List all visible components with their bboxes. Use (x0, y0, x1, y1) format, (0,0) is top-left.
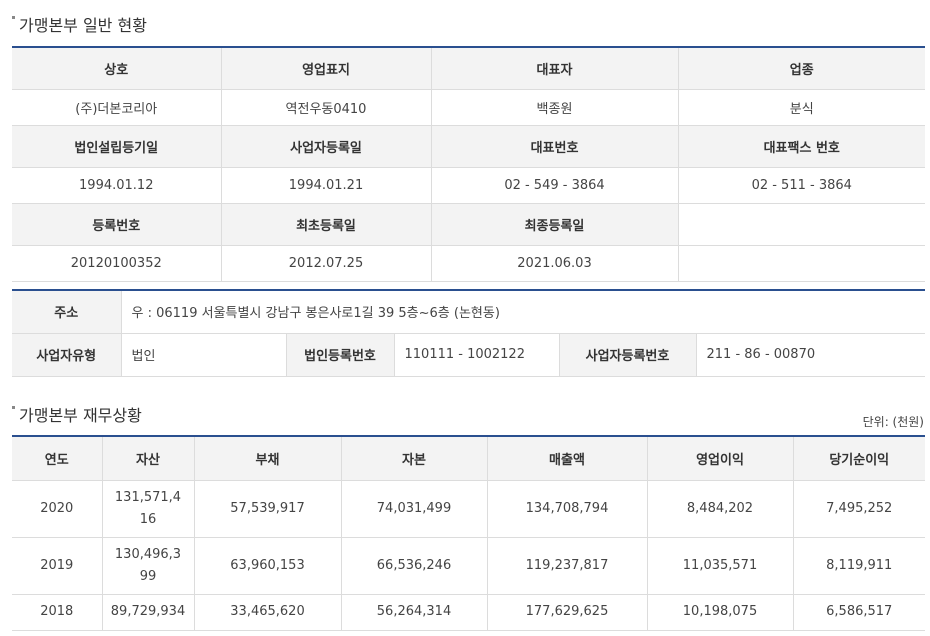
industry-value: 분식 (677, 88, 925, 126)
header-business-reg-date: 사업자등록일 (220, 124, 432, 168)
header-phone: 대표번호 (430, 124, 679, 168)
corporate-reg-number-value: 110111 - 1002122 (393, 332, 560, 377)
assets-cell: 131,571,416 (101, 479, 195, 538)
table-row: 연도 자산 부채 자본 매출액 영업이익 당기순이익 (12, 435, 925, 481)
header-registration-number: 등록번호 (12, 202, 222, 246)
business-reg-number-label: 사업자등록번호 (558, 332, 697, 377)
fax-value: 02 - 511 - 3864 (677, 166, 925, 204)
business-type-value: 법인 (120, 332, 287, 377)
table-row: 주소 우 : 06119 서울특별시 강남구 봉은사로1길 39 5층~6층 (… (12, 289, 926, 334)
empty-header-cell (677, 202, 925, 246)
header-ceo: 대표자 (430, 46, 679, 90)
table-row: 법인설립등기일 사업자등록일 대표번호 대표팩스 번호 (12, 124, 925, 168)
finance-table: 연도 자산 부채 자본 매출액 영업이익 당기순이익 2020 131,571,… (12, 435, 925, 631)
table-row: 2019 130,496,399 63,960,153 66,536,246 1… (12, 536, 925, 595)
header-brand: 영업표지 (220, 46, 432, 90)
incorporation-date-value: 1994.01.12 (12, 166, 222, 204)
address-value: 우 : 06119 서울특별시 강남구 봉은사로1길 39 5층~6층 (논현동… (120, 289, 926, 334)
header-first-registration-date: 최초등록일 (220, 202, 432, 246)
address-table: 주소 우 : 06119 서울특별시 강남구 봉은사로1길 39 5층~6층 (… (12, 289, 926, 377)
brand-value: 역전우동0410 (220, 88, 432, 126)
net-income-cell: 6,586,517 (792, 593, 925, 631)
year-cell: 2018 (12, 593, 103, 631)
header-industry: 업종 (677, 46, 925, 90)
finance-status-title: 가맹본부 재무상황 (12, 402, 142, 426)
year-cell: 2020 (12, 479, 103, 538)
business-reg-date-value: 1994.01.21 (220, 166, 432, 204)
ceo-value: 백종원 (430, 88, 679, 126)
finance-status-title-text: 가맹본부 재무상황 (19, 406, 142, 425)
operating-income-cell: 8,484,202 (646, 479, 794, 538)
unit-label: 단위: (천원) (862, 415, 924, 429)
table-row: (주)더본코리아 역전우동0410 백종원 분식 (12, 88, 925, 126)
table-row: 등록번호 최초등록일 최종등록일 (12, 202, 925, 246)
equity-cell: 56,264,314 (340, 593, 488, 631)
header-incorporation-date: 법인설립등기일 (12, 124, 222, 168)
company-name-value: (주)더본코리아 (12, 88, 222, 126)
registration-number-value: 20120100352 (12, 244, 222, 282)
first-registration-date-value: 2012.07.25 (220, 244, 432, 282)
header-equity: 자본 (340, 435, 488, 481)
general-status-title: 가맹본부 일반 현황 (12, 12, 147, 36)
liabilities-cell: 33,465,620 (193, 593, 342, 631)
revenue-cell: 177,629,625 (486, 593, 648, 631)
assets-cell: 130,496,399 (101, 536, 195, 595)
header-company-name: 상호 (12, 46, 222, 90)
table-row: 2020 131,571,416 57,539,917 74,031,499 1… (12, 479, 925, 538)
table-row: 상호 영업표지 대표자 업종 (12, 46, 925, 90)
table-row: 사업자유형 법인 법인등록번호 110111 - 1002122 사업자등록번호… (12, 332, 926, 377)
year-cell: 2019 (12, 536, 103, 595)
header-year: 연도 (12, 435, 103, 481)
net-income-cell: 8,119,911 (792, 536, 925, 595)
phone-value: 02 - 549 - 3864 (430, 166, 679, 204)
bullet-icon (12, 16, 15, 19)
net-income-cell: 7,495,252 (792, 479, 925, 538)
business-reg-number-value: 211 - 86 - 00870 (695, 332, 926, 377)
last-registration-date-value: 2021.06.03 (430, 244, 679, 282)
liabilities-cell: 63,960,153 (193, 536, 342, 595)
business-type-label: 사업자유형 (12, 332, 122, 377)
equity-cell: 66,536,246 (340, 536, 488, 595)
header-net-income: 당기순이익 (792, 435, 925, 481)
corporate-reg-number-label: 법인등록번호 (285, 332, 395, 377)
header-operating-income: 영업이익 (646, 435, 794, 481)
general-status-title-text: 가맹본부 일반 현황 (19, 16, 147, 35)
equity-cell: 74,031,499 (340, 479, 488, 538)
revenue-cell: 119,237,817 (486, 536, 648, 595)
bullet-icon (12, 406, 15, 409)
liabilities-cell: 57,539,917 (193, 479, 342, 538)
header-revenue: 매출액 (486, 435, 648, 481)
revenue-cell: 134,708,794 (486, 479, 648, 538)
table-row: 2018 89,729,934 33,465,620 56,264,314 17… (12, 593, 925, 631)
assets-cell: 89,729,934 (101, 593, 195, 631)
address-label: 주소 (12, 289, 122, 334)
header-fax: 대표팩스 번호 (677, 124, 925, 168)
header-assets: 자산 (101, 435, 195, 481)
table-row: 20120100352 2012.07.25 2021.06.03 (12, 244, 925, 282)
empty-value-cell (677, 244, 925, 282)
table-row: 1994.01.12 1994.01.21 02 - 549 - 3864 02… (12, 166, 925, 204)
header-liabilities: 부채 (193, 435, 342, 481)
header-last-registration-date: 최종등록일 (430, 202, 679, 246)
operating-income-cell: 11,035,571 (646, 536, 794, 595)
operating-income-cell: 10,198,075 (646, 593, 794, 631)
general-status-table: 상호 영업표지 대표자 업종 (주)더본코리아 역전우동0410 백종원 분식 … (12, 46, 925, 282)
